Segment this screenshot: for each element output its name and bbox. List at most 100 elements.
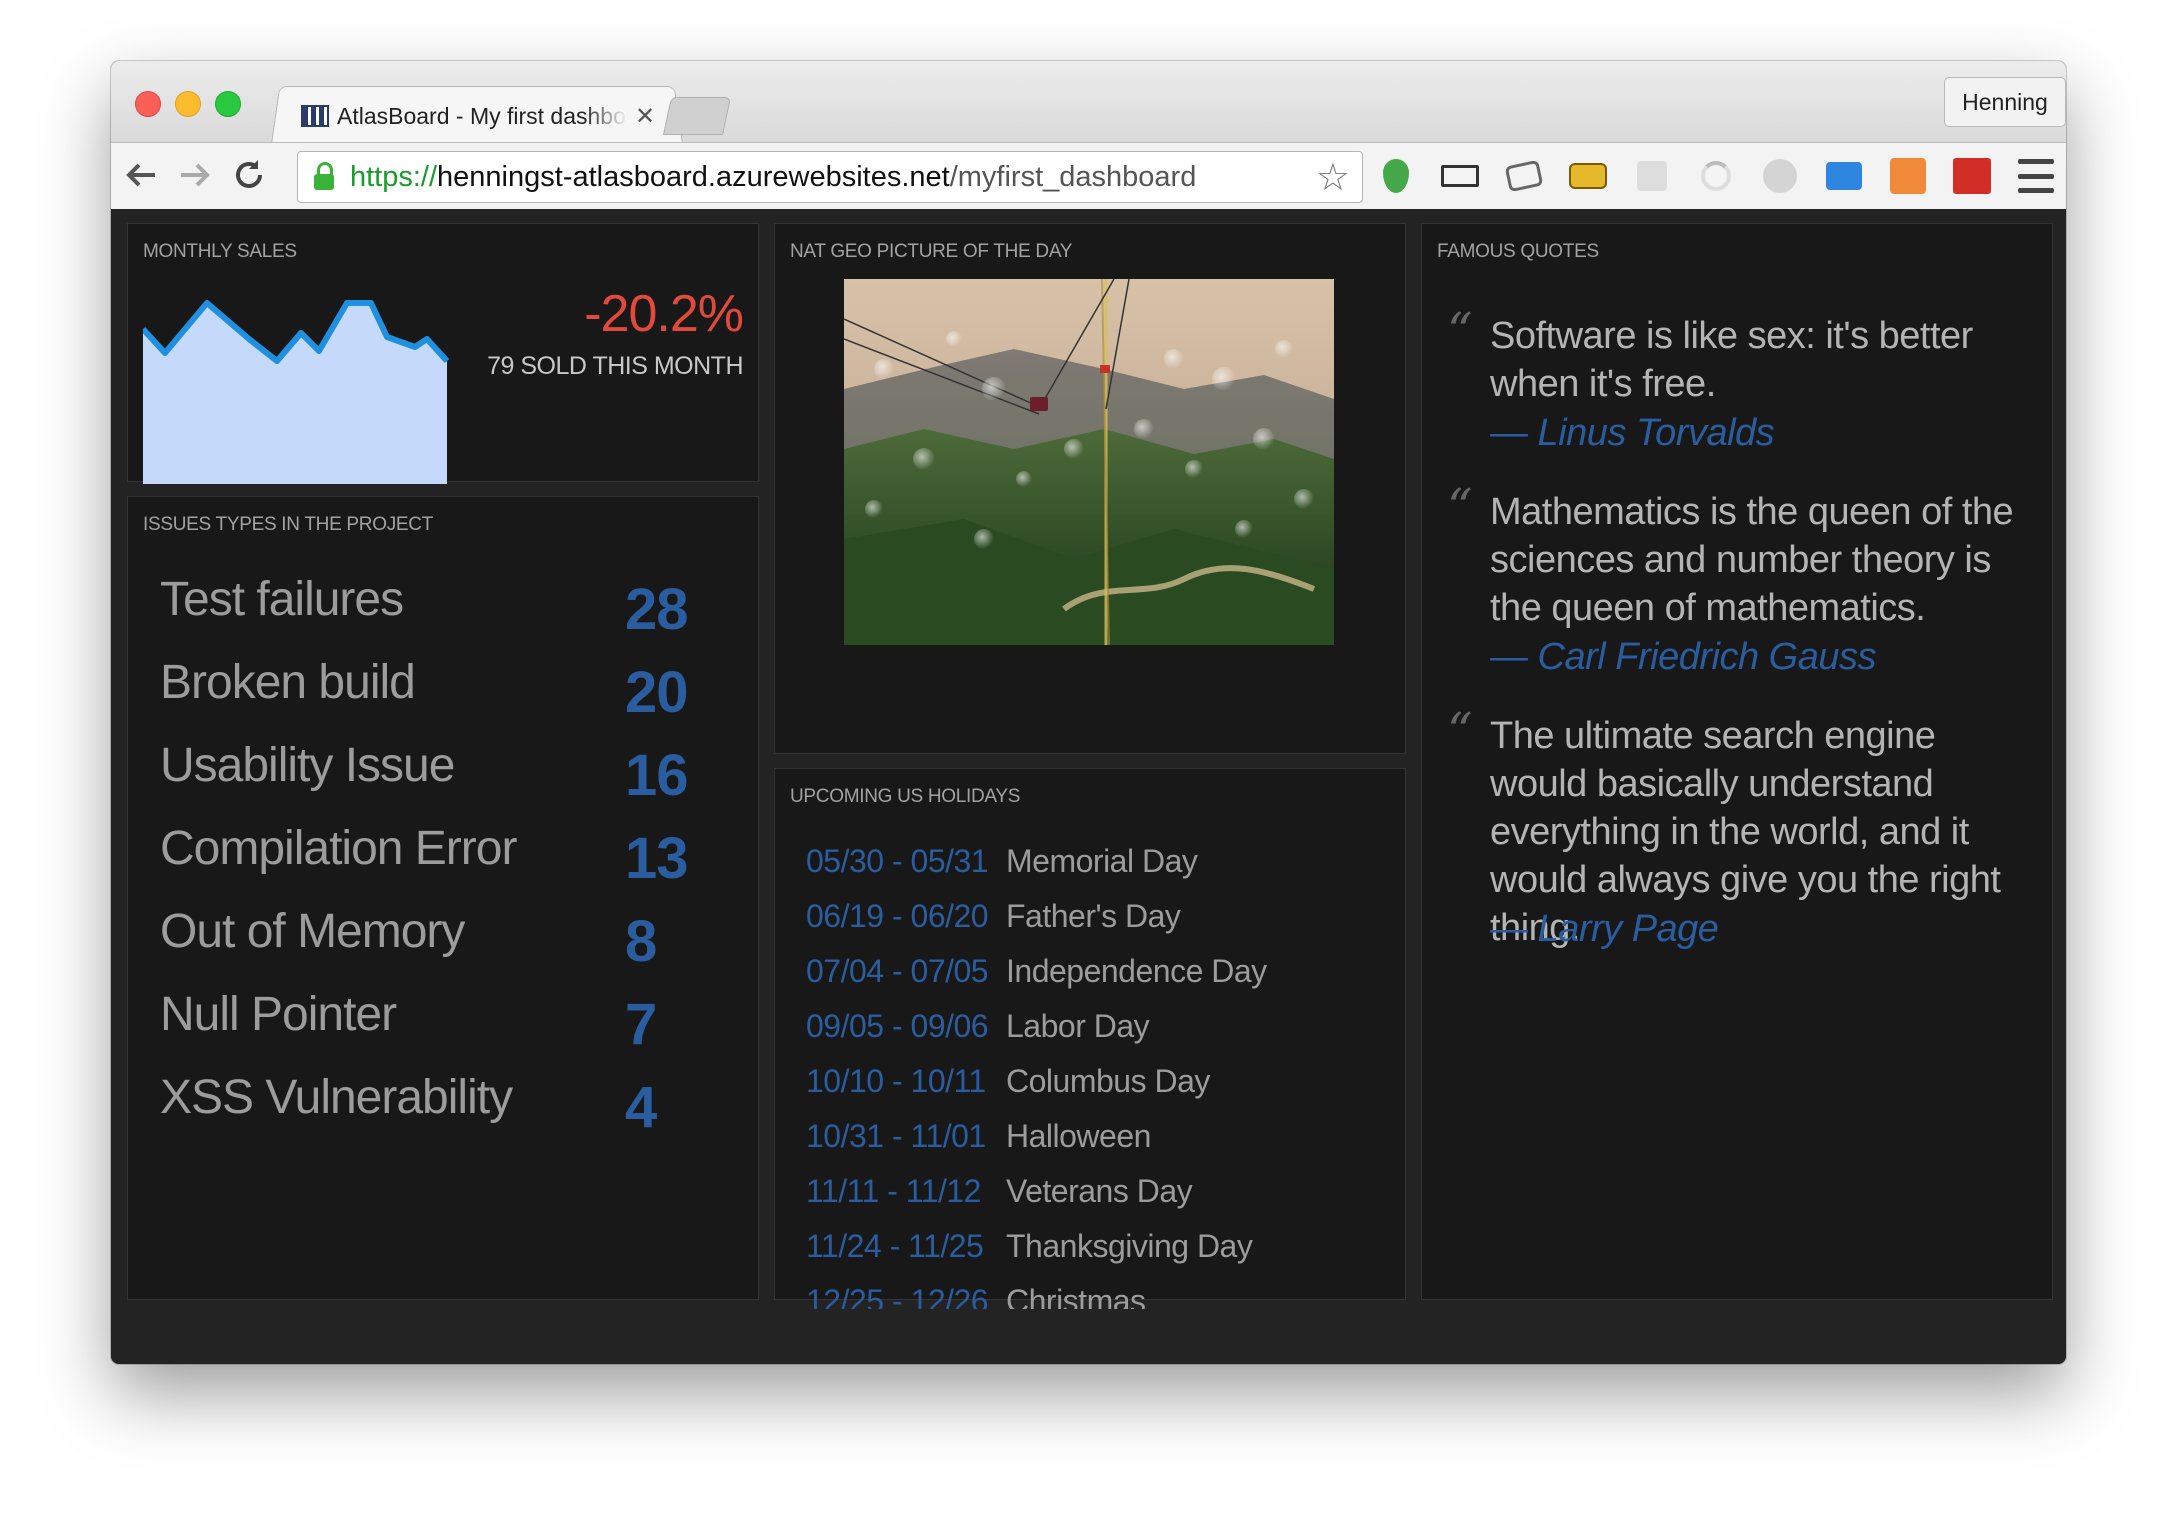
quote-author: — Linus Torvalds: [1490, 412, 1775, 454]
tab-strip: AtlasBoard - My first dashboard ✕ Hennin…: [111, 61, 2066, 144]
issue-count: 20: [625, 660, 689, 725]
avatar-icon[interactable]: [1757, 155, 1803, 197]
tab-close-icon[interactable]: ✕: [635, 102, 655, 131]
holiday-row: 05/30 - 05/31 Memorial Day: [790, 834, 1390, 889]
dashboard: MONTHLY SALES -20.2% 79 SOLD THIS MONTH …: [111, 209, 2066, 1364]
sales-sold-count: 79 SOLD THIS MONTH: [487, 352, 743, 380]
issue-row: Usability Issue 16: [160, 738, 720, 821]
profile-button[interactable]: Henning: [1944, 77, 2066, 127]
holiday-row: 10/31 - 11/01 Halloween: [790, 1109, 1390, 1164]
natgeo-picture[interactable]: [844, 279, 1334, 645]
url-text[interactable]: https://henningst-atlasboard.azurewebsit…: [350, 161, 1196, 194]
tab-title: AtlasBoard - My first dashboard: [337, 102, 627, 129]
issue-label: Compilation Error: [160, 822, 517, 875]
widget-title: MONTHLY SALES: [143, 241, 297, 262]
url-scheme: https://: [350, 160, 438, 193]
chrome-menu-icon[interactable]: [2018, 159, 2054, 193]
issue-row: Test failures 28: [160, 572, 720, 655]
holiday-date: 10/10 - 10/11: [806, 1063, 986, 1099]
issue-row: Compilation Error 13: [160, 821, 720, 904]
holiday-name: Memorial Day: [1006, 843, 1198, 879]
lastpass-icon[interactable]: [1949, 155, 1995, 197]
holiday-date: 09/05 - 09/06: [806, 1008, 989, 1044]
holiday-name: Independence Day: [1006, 953, 1267, 989]
url-host: henningst-atlasboard.azurewebsites.net: [437, 160, 950, 193]
gondola-landscape-image: [844, 279, 1334, 645]
holiday-name: Veterans Day: [1006, 1173, 1193, 1209]
issue-label: Broken build: [160, 656, 416, 709]
ruler-icon[interactable]: [1437, 155, 1483, 197]
holiday-date: 12/25 - 12/26: [806, 1283, 989, 1309]
browser-toolbar: https://henningst-atlasboard.azurewebsit…: [111, 142, 2066, 210]
holiday-date: 07/04 - 07/05: [806, 953, 989, 989]
holiday-name: Thanksgiving Day: [1006, 1228, 1253, 1264]
reload-icon: [236, 160, 262, 188]
zoom-window-button[interactable]: [215, 91, 241, 117]
issue-count: 16: [625, 743, 689, 808]
famous-quotes-widget: FAMOUS QUOTES “ Software is like sex: it…: [1421, 223, 2053, 1300]
issue-count: 7: [625, 992, 657, 1057]
issue-row: XSS Vulnerability 4: [160, 1070, 720, 1153]
tab-content[interactable]: AtlasBoard - My first dashboard ✕: [289, 93, 679, 139]
holiday-name: Columbus Day: [1006, 1063, 1210, 1099]
issue-label: Out of Memory: [160, 905, 465, 958]
issue-label: Null Pointer: [160, 988, 397, 1041]
us-holidays-widget: UPCOMING US HOLIDAYS 05/30 - 05/31 Memori…: [774, 768, 1406, 1309]
reload-button[interactable]: [229, 155, 269, 195]
issue-count: 13: [625, 826, 689, 891]
evernote-icon[interactable]: [1373, 155, 1419, 197]
extensions-bar: [1373, 153, 1995, 199]
natgeo-widget: NAT GEO PICTURE OF THE DAY: [774, 223, 1406, 754]
holiday-row: 07/04 - 07/05 Independence Day: [790, 944, 1390, 999]
atlasboard-favicon-icon: [301, 105, 329, 127]
quote-text: Mathematics is the queen of the sciences…: [1490, 491, 2014, 629]
issue-label: XSS Vulnerability: [160, 1071, 513, 1124]
widget-title: UPCOMING US HOLIDAYS: [790, 786, 1021, 807]
url-path: /myfirst_dashboard: [949, 160, 1197, 193]
new-tab-button[interactable]: [662, 97, 732, 135]
holiday-row: 11/11 - 11/12 Veterans Day: [790, 1164, 1390, 1219]
issue-row: Broken build 20: [160, 655, 720, 738]
quote-text: Software is like sex: it's better when i…: [1490, 315, 1973, 405]
issue-label: Usability Issue: [160, 739, 455, 792]
holiday-row: 09/05 - 09/06 Labor Day: [790, 999, 1390, 1054]
holiday-row: 06/19 - 06/20 Father's Day: [790, 889, 1390, 944]
quote-author: — Carl Friedrich Gauss: [1490, 636, 1876, 678]
forward-arrow-icon: [181, 163, 210, 187]
issue-label: Test failures: [160, 573, 404, 626]
back-arrow-icon: [126, 163, 155, 187]
quote-mark-icon: “: [1447, 702, 1473, 760]
quote-author: — Larry Page: [1490, 908, 1719, 950]
holiday-date: 11/24 - 11/25: [806, 1228, 984, 1264]
sales-sparkline-chart: [143, 300, 450, 484]
stack-icon[interactable]: [1885, 155, 1931, 197]
holiday-name: Labor Day: [1006, 1008, 1150, 1044]
issue-count: 4: [625, 1075, 657, 1140]
back-button[interactable]: [121, 155, 161, 195]
address-bar[interactable]: https://henningst-atlasboard.azurewebsit…: [297, 151, 1363, 203]
holiday-row: 11/24 - 11/25 Thanksgiving Day: [790, 1219, 1390, 1274]
holiday-list[interactable]: 05/30 - 05/31 Memorial Day 06/19 - 06/20 F…: [790, 834, 1390, 1309]
holiday-name: Christmas: [1006, 1283, 1146, 1309]
holiday-row: 10/10 - 10/11 Columbus Day: [790, 1054, 1390, 1109]
holiday-row: 12/25 - 12/26 Christmas: [790, 1274, 1390, 1309]
readability-icon[interactable]: [1629, 155, 1675, 197]
measure-icon[interactable]: [1565, 155, 1611, 197]
holiday-date: 06/19 - 06/20: [806, 898, 989, 934]
sales-change-value: -20.2%: [584, 285, 744, 343]
quote-mark-icon: “: [1447, 302, 1473, 360]
issue-types-widget: ISSUES TYPES IN THE PROJECT Test failure…: [127, 496, 759, 1300]
bookmark-star-icon[interactable]: ☆: [1316, 155, 1350, 200]
holiday-date: 11/11 - 11/12: [806, 1173, 981, 1209]
clipper-icon[interactable]: [1501, 155, 1547, 197]
monthly-sales-widget: MONTHLY SALES -20.2% 79 SOLD THIS MONTH: [127, 223, 759, 484]
screen-icon[interactable]: [1821, 155, 1867, 197]
close-window-button[interactable]: [135, 91, 161, 117]
lock-icon: [314, 162, 334, 190]
forward-button[interactable]: [175, 155, 215, 195]
issue-row: Null Pointer 7: [160, 987, 720, 1070]
loading-icon[interactable]: [1693, 155, 1739, 197]
holiday-name: Father's Day: [1006, 898, 1181, 934]
minimize-window-button[interactable]: [175, 91, 201, 117]
widget-title: FAMOUS QUOTES: [1437, 241, 1599, 262]
